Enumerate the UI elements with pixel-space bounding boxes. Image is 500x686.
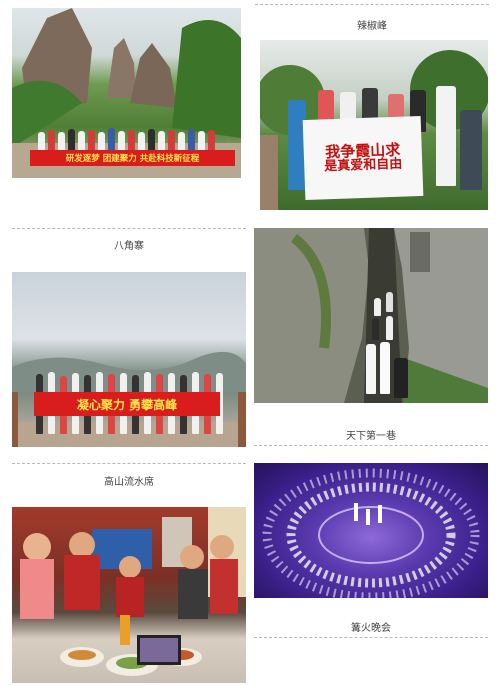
- divider: [254, 637, 488, 638]
- caption-bajiaozhai: 八角寨: [114, 241, 144, 252]
- divider: [12, 463, 246, 464]
- divider: [254, 445, 488, 446]
- banquet-illustration: [20, 507, 246, 676]
- caption-gouhuo-wanhui: 篝火晚会: [351, 623, 391, 634]
- caption-gaoshan-liushuixi: 高山流水席: [104, 477, 154, 488]
- crowd-circle-illustration: [262, 468, 480, 598]
- caption-lajiaofeng: 辣椒峰: [357, 21, 387, 32]
- photo-sign-group: 我争霞山求 是真爱和自由: [260, 40, 488, 210]
- sign-line-2: 是真爱和自由: [324, 156, 403, 175]
- crowd-illustration: [364, 288, 424, 403]
- handwritten-sign: 我争霞山求 是真爱和自由: [302, 115, 424, 201]
- divider: [12, 228, 246, 229]
- caption-tianxia-diyixiang: 天下第一巷: [346, 431, 396, 442]
- group-banner: 研发逐梦 团建聚力 共赴科技新征程: [30, 150, 235, 166]
- group-banner-text: 凝心聚力 勇攀高峰: [76, 397, 178, 412]
- photo-bonfire-party: [254, 463, 488, 598]
- photo-banquet: [12, 507, 246, 683]
- photo-platform-group: 凝心聚力 勇攀高峰: [12, 272, 246, 447]
- photo-mountain-group: 研发逐梦 团建聚力 共赴科技新征程: [12, 8, 241, 178]
- group-banner-text: 研发逐梦 团建聚力 共赴科技新征程: [65, 154, 200, 164]
- group-banner: 凝心聚力 勇攀高峰: [34, 392, 220, 416]
- divider: [255, 4, 489, 5]
- photo-narrow-alley: [254, 228, 488, 403]
